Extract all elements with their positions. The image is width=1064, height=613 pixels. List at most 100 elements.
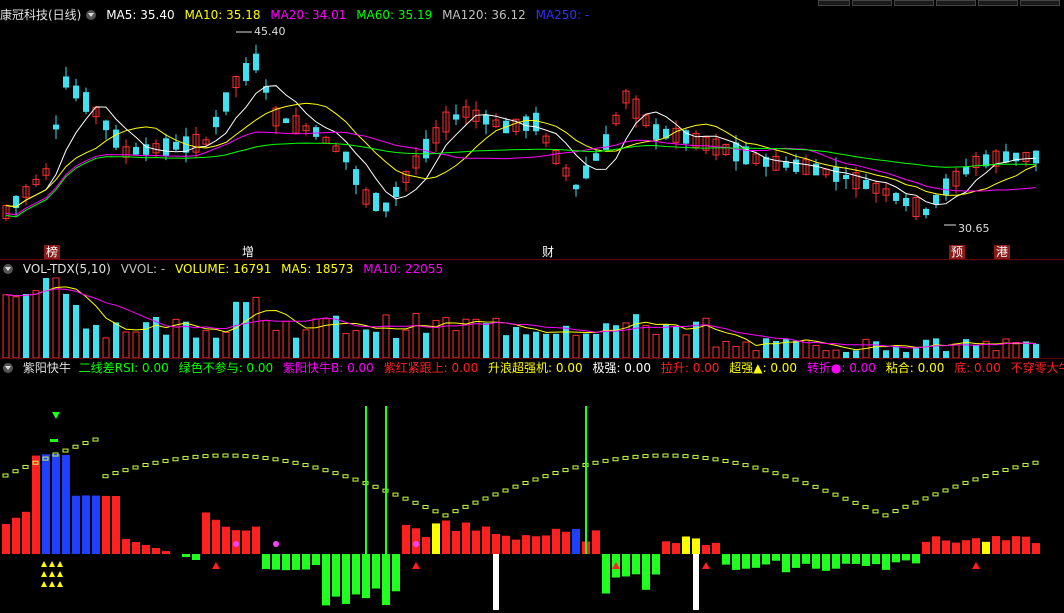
signal-step: [242, 454, 249, 459]
indicator-chart[interactable]: [0, 376, 1064, 612]
signal-step: [662, 453, 669, 458]
ind-item: 紫红紧跟上: 0.00: [383, 361, 479, 375]
pane-divider[interactable]: [0, 259, 1064, 260]
candle-down: [243, 63, 249, 81]
signal-step: [872, 509, 879, 514]
candle-down: [213, 116, 219, 128]
volume-bar-down: [503, 335, 509, 358]
candle-down: [53, 124, 59, 130]
volume-bar-up: [682, 334, 690, 358]
ma10-label: MA10: 35.18: [184, 8, 261, 22]
volume-chart[interactable]: [0, 276, 1064, 358]
toolbar-button[interactable]: [818, 0, 850, 6]
indicator-bar: [62, 454, 70, 554]
indicator-bar: [502, 535, 510, 554]
candle-down: [103, 120, 109, 131]
volume-bar-down: [693, 321, 699, 358]
candle-down: [793, 159, 799, 172]
volume-bar-up: [262, 320, 270, 358]
indicator-bar: [922, 541, 930, 554]
main-legend: 康冠科技(日线) MA5: 35.40 MA10: 35.18 MA20: 34…: [0, 7, 595, 23]
indicator-bar: [192, 554, 200, 560]
indicator-bar: [622, 554, 630, 577]
volume-bar-down: [513, 326, 519, 358]
ma60-line: [5, 142, 1037, 218]
indicator-bar: [112, 496, 120, 554]
signal-step: [122, 468, 129, 473]
collapse-icon[interactable]: [86, 10, 97, 20]
toolbar-button[interactable]: [936, 0, 976, 6]
signal-step: [892, 509, 899, 514]
indicator-bar: [142, 545, 150, 554]
indicator-bar: [372, 554, 380, 589]
collapse-icon[interactable]: [3, 363, 13, 373]
signal-step: [862, 505, 869, 510]
volume-bar-up: [722, 340, 730, 358]
volume-bar-up: [52, 277, 60, 358]
volume-bar-down: [523, 334, 529, 358]
volume-bar-down: [593, 333, 599, 358]
volume-bar-up: [122, 331, 130, 358]
ma120-label: MA120: 36.12: [442, 8, 526, 22]
candle-down: [133, 146, 139, 155]
toolbar-button[interactable]: [978, 0, 1018, 6]
volume-bar-up: [652, 333, 660, 358]
indicator-bar: [242, 530, 250, 554]
indicator-bar: [522, 535, 530, 554]
candle-down: [963, 166, 969, 175]
toolbar-button[interactable]: [1020, 0, 1060, 6]
candle-down: [593, 153, 599, 161]
price-chart[interactable]: [0, 22, 1064, 262]
volume-bar-down: [973, 344, 979, 358]
indicator-bar: [912, 554, 920, 564]
signal-step: [632, 454, 639, 459]
ma20-label: MA20: 34.01: [270, 8, 347, 22]
volume-bar-down: [143, 322, 149, 358]
indicator-bar: [332, 554, 340, 597]
indicator-bar: [942, 540, 950, 554]
indicator-bar: [772, 554, 780, 561]
signal-step: [322, 468, 329, 473]
strong-triangle-icon: [57, 561, 63, 567]
ma10-line: [5, 102, 1037, 208]
toolbar-button[interactable]: [894, 0, 934, 6]
signal-step: [702, 455, 709, 460]
indicator-bar: [72, 495, 80, 554]
signal-step: [692, 454, 699, 459]
volume-bar-down: [1033, 343, 1039, 358]
candle-down: [253, 53, 259, 71]
event-tag[interactable]: 港: [994, 245, 1011, 259]
indicator-bar: [1022, 536, 1030, 554]
indicator-bar: [592, 530, 600, 554]
event-tag[interactable]: 预: [949, 245, 966, 259]
volume-bar-up: [252, 296, 260, 358]
volume-bar-down: [873, 341, 879, 358]
signal-step: [282, 458, 289, 463]
event-tag[interactable]: 财: [540, 245, 556, 259]
volume-bar-up: [312, 318, 320, 358]
indicator-bar: [872, 554, 880, 565]
indicator-bar: [32, 455, 40, 554]
event-tag[interactable]: 增: [240, 245, 256, 259]
indicator-bar: [792, 554, 800, 568]
volume-bar-down: [563, 325, 569, 358]
indicator-bar: [342, 554, 350, 604]
signal-step: [302, 463, 309, 468]
collapse-icon[interactable]: [3, 264, 13, 274]
ma250-label: MA250: -: [535, 8, 590, 22]
indicator-bar: [972, 538, 980, 554]
indicator-bar: [352, 554, 360, 595]
signal-step: [752, 465, 759, 470]
toolbar-button[interactable]: [852, 0, 892, 6]
signal-step: [572, 465, 579, 470]
volume-bar-down: [363, 329, 369, 358]
signal-step: [372, 484, 379, 489]
volume-bar-up: [952, 343, 960, 358]
indicator-bar: [932, 536, 940, 554]
ind-item: 紫阳快牛B: 0.00: [282, 361, 374, 375]
pane-divider[interactable]: [0, 358, 1064, 359]
signal-step: [192, 454, 199, 459]
event-tag[interactable]: 榜: [44, 245, 61, 259]
signal-step: [902, 504, 909, 509]
indicator-bar: [902, 554, 910, 561]
